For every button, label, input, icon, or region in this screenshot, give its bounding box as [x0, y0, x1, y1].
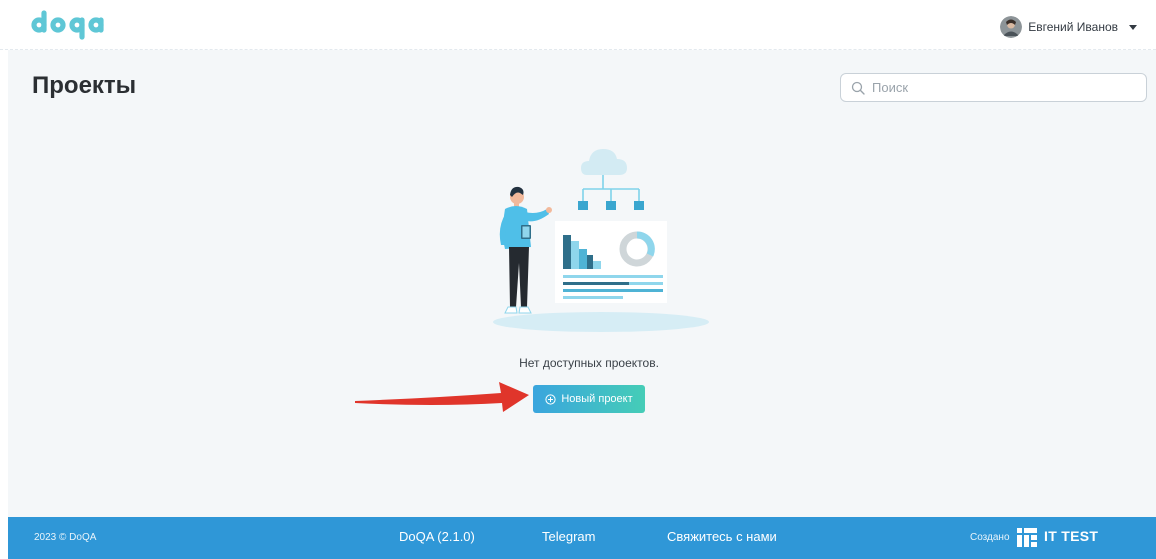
caret-down-icon	[1129, 25, 1137, 30]
red-arrow-icon	[355, 382, 529, 412]
page-title: Проекты	[32, 72, 137, 99]
top-header: Евгений Иванов	[0, 0, 1156, 50]
search-box[interactable]	[840, 73, 1147, 102]
footer-company-name: IT TEST	[1044, 528, 1099, 544]
empty-projects-illustration	[493, 149, 709, 332]
new-project-button[interactable]: Новый проект	[533, 385, 645, 413]
ittest-logo[interactable]	[1016, 526, 1038, 548]
user-menu[interactable]: Евгений Иванов	[1000, 16, 1138, 38]
footer-version-link[interactable]: DoQA (2.1.0)	[399, 529, 475, 544]
search-icon	[851, 81, 865, 95]
footer-created-by: Создано	[970, 532, 1010, 543]
app-window: Евгений Иванов Проекты Поиск Нет доступн…	[0, 0, 1156, 559]
footer: 2023 © DoQA DoQA (2.1.0) Telegram Свяжит…	[8, 517, 1156, 559]
user-name: Евгений Иванов	[1028, 20, 1118, 34]
footer-contact-link[interactable]: Свяжитесь с нами	[667, 529, 777, 544]
plus-circle-icon	[545, 393, 556, 405]
footer-copyright: 2023 © DoQA	[34, 532, 97, 543]
search-input[interactable]	[872, 80, 1132, 95]
user-avatar	[1000, 16, 1023, 38]
doqa-logo[interactable]	[31, 8, 111, 42]
footer-telegram-link[interactable]: Telegram	[542, 529, 595, 544]
empty-state-message: Нет доступных проектов.	[519, 356, 659, 370]
new-project-button-label: Новый проект	[561, 393, 633, 405]
main-content: Проекты Поиск Нет доступных проектов. Но…	[8, 50, 1156, 517]
